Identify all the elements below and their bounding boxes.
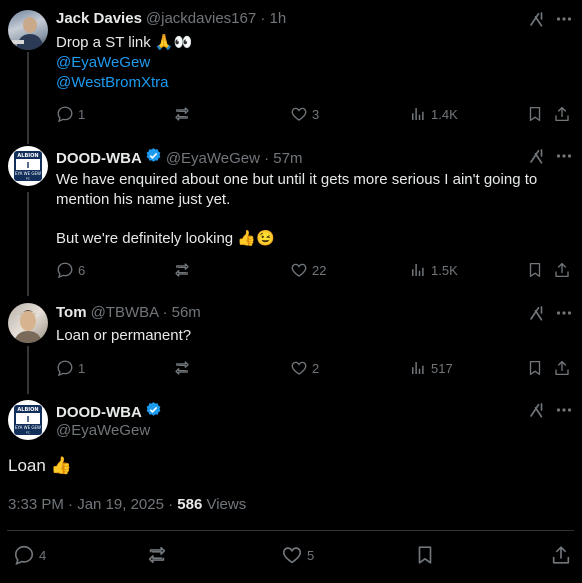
heart-icon <box>290 105 308 123</box>
tweet-timestamp[interactable]: 3:33 PM · Jan 19, 2025 · 586 Views <box>8 496 246 513</box>
tweet-text: Loan or permanent? <box>56 327 192 344</box>
avatar[interactable] <box>8 303 48 343</box>
more-options-icon[interactable] <box>556 306 572 320</box>
author-name[interactable]: Tom <box>56 304 87 321</box>
author-handle[interactable]: @EyaWeGew · 57m <box>166 150 303 167</box>
mention-link[interactable]: @EyaWeGew <box>56 52 150 73</box>
like-count: 22 <box>312 262 327 278</box>
reply-icon <box>56 359 74 377</box>
analytics-icon <box>409 105 427 123</box>
divider <box>7 530 574 531</box>
verified-badge-icon <box>145 147 162 169</box>
heart-icon <box>290 359 308 377</box>
repost-icon <box>173 359 191 377</box>
thread-line <box>27 192 29 296</box>
author-name[interactable]: DOOD-WBA <box>56 404 142 421</box>
avatar-text: EYA WE GEW <box>15 171 41 176</box>
repost-button[interactable] <box>173 105 191 123</box>
reply-button[interactable]: 4 <box>13 544 46 566</box>
grok-icon[interactable] <box>528 10 546 28</box>
reply-count: 4 <box>39 547 47 563</box>
tweet-text: Loan 👍 <box>8 456 72 475</box>
avatar[interactable]: ALBION I EYA WE GEW FC <box>8 146 48 186</box>
tweet-text: But we're definitely looking 👍😉 <box>56 230 275 247</box>
bookmark-icon[interactable] <box>414 544 436 566</box>
reply-count: 1 <box>78 360 86 376</box>
like-button[interactable]: 5 <box>281 544 314 566</box>
more-options-icon[interactable] <box>556 149 572 163</box>
reply-icon <box>56 105 74 123</box>
mention-link[interactable]: @WestBromXtra <box>56 72 168 93</box>
analytics-icon <box>409 359 427 377</box>
thread-line <box>27 52 29 144</box>
views-button[interactable]: 1.4K <box>409 105 458 123</box>
bookmark-icon[interactable] <box>526 359 544 377</box>
avatar-text: FC <box>26 177 30 181</box>
grok-icon[interactable] <box>528 401 546 419</box>
bookmark-icon[interactable] <box>526 261 544 279</box>
views-count: 1.4K <box>431 106 458 122</box>
like-button[interactable]: 22 <box>290 261 326 279</box>
heart-icon <box>290 261 308 279</box>
author-handle[interactable]: @EyaWeGew <box>56 422 150 439</box>
tweet-text: Drop a ST link 🙏👀 <box>56 34 193 51</box>
reply-button[interactable]: 6 <box>56 261 85 279</box>
author-handle[interactable]: @TBWBA · 56m <box>91 304 201 321</box>
views-label: Views <box>202 496 247 513</box>
grok-icon[interactable] <box>528 147 546 165</box>
reply-icon <box>13 544 35 566</box>
share-icon[interactable] <box>553 105 571 123</box>
like-button[interactable]: 3 <box>290 105 319 123</box>
repost-icon <box>173 261 191 279</box>
like-count: 5 <box>307 547 315 563</box>
avatar-text: FC <box>26 431 30 435</box>
avatar-text: ALBION <box>17 407 38 413</box>
reply-count: 1 <box>78 106 86 122</box>
views-count: 1.5K <box>431 262 458 278</box>
tweet-text: mention his name just yet. <box>56 191 231 208</box>
views-button[interactable]: 1.5K <box>409 261 458 279</box>
analytics-icon <box>409 261 427 279</box>
avatar[interactable]: ALBION I EYA WE GEW FC <box>8 400 48 440</box>
svg-text:I: I <box>27 161 30 170</box>
share-icon[interactable] <box>553 359 571 377</box>
repost-icon <box>173 105 191 123</box>
views-count: 517 <box>431 360 453 376</box>
more-options-icon[interactable] <box>556 12 572 26</box>
avatar[interactable] <box>8 10 48 50</box>
thread-line <box>27 346 29 394</box>
verified-badge-icon <box>145 401 162 423</box>
reply-button[interactable]: 1 <box>56 359 85 377</box>
repost-icon <box>146 544 168 566</box>
repost-button[interactable] <box>146 544 168 566</box>
views-count: 586 <box>177 496 203 513</box>
repost-button[interactable] <box>173 359 191 377</box>
repost-button[interactable] <box>173 261 191 279</box>
bookmark-icon[interactable] <box>526 105 544 123</box>
share-icon[interactable] <box>553 261 571 279</box>
timestamp-text: 3:33 PM · Jan 19, 2025 · <box>8 496 178 513</box>
avatar-text: ALBION <box>17 153 38 159</box>
author-handle[interactable]: @jackdavies167 · 1h <box>146 10 286 27</box>
grok-icon[interactable] <box>528 304 546 322</box>
svg-text:I: I <box>27 415 30 424</box>
views-button[interactable]: 517 <box>409 359 453 377</box>
reply-icon <box>56 261 74 279</box>
author-name[interactable]: Jack Davies <box>56 10 142 27</box>
author-name[interactable]: DOOD-WBA <box>56 150 142 167</box>
reply-button[interactable]: 1 <box>56 105 85 123</box>
avatar-text: EYA WE GEW <box>15 425 41 430</box>
share-icon[interactable] <box>550 544 572 566</box>
reply-count: 6 <box>78 262 86 278</box>
like-count: 2 <box>312 360 320 376</box>
like-count: 3 <box>312 106 320 122</box>
more-options-icon[interactable] <box>556 403 572 417</box>
heart-icon <box>281 544 303 566</box>
tweet-text: We have enquired about one but until it … <box>56 171 538 188</box>
like-button[interactable]: 2 <box>290 359 319 377</box>
